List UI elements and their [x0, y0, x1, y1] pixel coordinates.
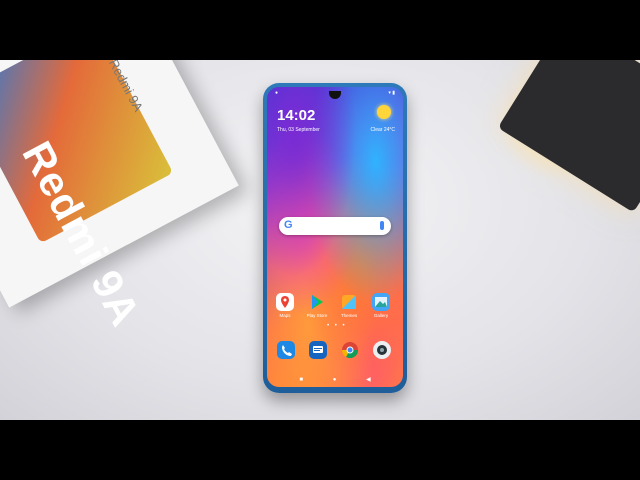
recents-button[interactable]: ■ — [299, 377, 303, 383]
photo-scene: Redmi 9A Redmi 9A ● ▾ ▮ 14:02 Thu, 03 Se… — [0, 60, 640, 420]
page-indicator: • • • — [327, 323, 347, 329]
app-label: Themes — [340, 313, 358, 318]
dock — [273, 337, 397, 365]
back-button[interactable]: ◀ — [366, 376, 371, 383]
mic-icon[interactable] — [380, 221, 384, 230]
app-label: Play Store — [306, 313, 328, 318]
themes-icon — [340, 293, 358, 311]
letterbox-top — [0, 0, 640, 60]
status-bar-left: ● — [275, 90, 279, 96]
product-box: Redmi 9A Redmi 9A — [0, 60, 239, 334]
home-button[interactable]: ● — [333, 377, 337, 383]
navigation-bar: ■ ● ◀ — [267, 376, 403, 383]
box-front-art: Redmi 9A — [0, 60, 174, 334]
smartphone: ● ▾ ▮ 14:02 Thu, 03 September Clear 24°C… — [263, 83, 407, 393]
app-label: Gallery — [373, 313, 389, 318]
chrome-icon[interactable] — [341, 341, 359, 359]
camera-notch — [329, 91, 341, 99]
sun-icon[interactable] — [377, 105, 391, 119]
clock-widget[interactable]: 14:02 — [277, 107, 315, 124]
gallery-icon — [372, 293, 390, 311]
status-bar-right: ▾ ▮ — [388, 90, 395, 96]
messages-icon[interactable] — [309, 341, 327, 359]
letterbox-bottom — [0, 420, 640, 480]
weather-text: Clear 24°C — [370, 127, 395, 133]
app-play-store[interactable]: Play Store — [305, 293, 329, 318]
google-search-bar[interactable]: G — [279, 217, 391, 235]
app-label: Maps — [279, 313, 291, 318]
camera-icon[interactable] — [373, 341, 391, 359]
app-gallery[interactable]: Gallery — [369, 293, 393, 318]
date-text: Thu, 03 September — [277, 127, 320, 133]
maps-icon — [276, 293, 294, 311]
play-store-icon — [308, 293, 326, 311]
app-themes[interactable]: Themes — [337, 293, 361, 318]
box-brand-text: Redmi 9A — [13, 133, 150, 334]
phone-icon[interactable] — [277, 341, 295, 359]
phone-screen: ● ▾ ▮ 14:02 Thu, 03 September Clear 24°C… — [267, 87, 403, 387]
google-icon: G — [284, 219, 293, 231]
app-maps[interactable]: Maps — [273, 293, 297, 318]
